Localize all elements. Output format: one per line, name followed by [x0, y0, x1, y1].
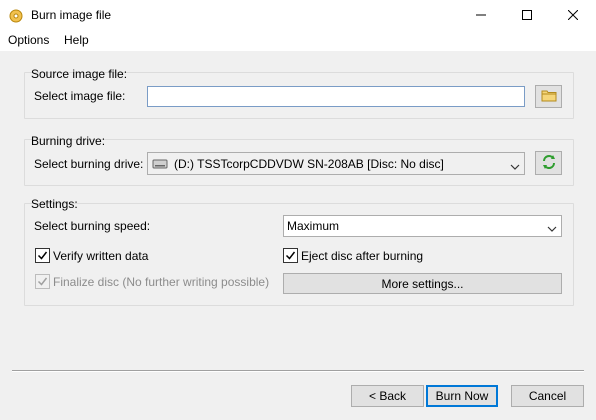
settings-group-title: Settings:: [31, 197, 78, 211]
minimize-icon: [476, 9, 486, 23]
menu-help[interactable]: Help: [64, 33, 89, 47]
select-image-label: Select image file:: [34, 89, 126, 103]
eject-checkbox[interactable]: [283, 248, 298, 263]
title-bar: Burn image file: [0, 0, 596, 31]
maximize-button[interactable]: [504, 0, 550, 31]
drive-icon: [152, 157, 168, 171]
browse-button[interactable]: [535, 85, 562, 108]
chevron-down-icon: [547, 222, 557, 232]
verify-checkbox-row[interactable]: Verify written data: [35, 248, 148, 263]
chevron-down-icon: [510, 160, 520, 170]
finalize-label: Finalize disc (No further writing possib…: [53, 274, 270, 289]
minimize-button[interactable]: [458, 0, 504, 31]
menu-options[interactable]: Options: [8, 33, 49, 47]
window-title: Burn image file: [31, 8, 112, 22]
more-settings-button[interactable]: More settings...: [283, 273, 562, 294]
maximize-icon: [522, 9, 532, 23]
burn-speed-select[interactable]: Maximum: [283, 215, 562, 237]
burn-speed-label: Select burning speed:: [34, 219, 151, 233]
source-group-title: Source image file:: [31, 67, 128, 81]
image-file-input[interactable]: [147, 86, 525, 107]
verify-checkbox[interactable]: [35, 248, 50, 263]
eject-label: Eject disc after burning: [301, 248, 424, 263]
refresh-button[interactable]: [535, 151, 562, 175]
burn-speed-value: Maximum: [287, 219, 340, 233]
finalize-checkbox-row: Finalize disc (No further writing possib…: [35, 274, 269, 289]
disc-icon: [9, 9, 23, 23]
back-button[interactable]: < Back: [351, 385, 424, 407]
verify-label: Verify written data: [53, 248, 149, 263]
folder-icon: [541, 88, 557, 105]
footer-separator: [12, 370, 584, 372]
drive-select-value: (D:) TSSTcorpCDDVDW SN-208AB [Disc: No d…: [174, 156, 444, 171]
select-drive-label: Select burning drive:: [34, 157, 144, 171]
refresh-icon: [541, 154, 557, 173]
drive-select[interactable]: (D:) TSSTcorpCDDVDW SN-208AB [Disc: No d…: [147, 152, 525, 175]
close-button[interactable]: [550, 0, 596, 31]
menu-bar: [0, 31, 596, 51]
burn-now-button[interactable]: Burn Now: [426, 385, 498, 407]
finalize-checkbox: [35, 274, 50, 289]
drive-group-title: Burning drive:: [31, 134, 106, 148]
close-icon: [567, 9, 579, 23]
cancel-button[interactable]: Cancel: [511, 385, 584, 407]
eject-checkbox-row[interactable]: Eject disc after burning: [283, 248, 423, 263]
